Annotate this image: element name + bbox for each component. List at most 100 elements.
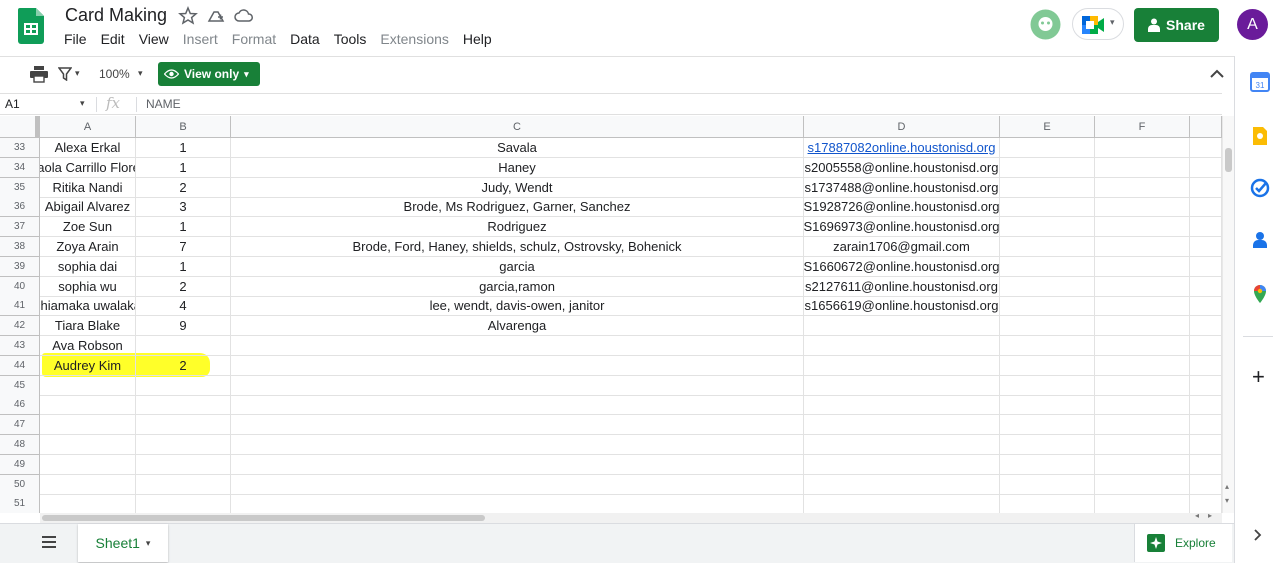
- cell-c[interactable]: [231, 375, 804, 396]
- cell-f[interactable]: [1095, 256, 1190, 277]
- cell-g[interactable]: [1190, 355, 1222, 376]
- collapse-menus-icon[interactable]: [1210, 69, 1224, 79]
- cell-b[interactable]: 7: [136, 237, 231, 257]
- cell-e[interactable]: [1000, 415, 1095, 436]
- cell-d[interactable]: S1696973@online.houstonisd.org: [804, 217, 1000, 238]
- cell-c[interactable]: garcia: [231, 256, 804, 277]
- cell-a[interactable]: sophia wu: [40, 276, 136, 297]
- column-header-c[interactable]: C: [231, 116, 804, 138]
- cell-g[interactable]: [1190, 138, 1222, 158]
- cell-b[interactable]: 2: [136, 276, 231, 297]
- scroll-up-arrow-icon[interactable]: ▴: [1225, 482, 1229, 491]
- cell-d[interactable]: [804, 395, 1000, 416]
- cell-d[interactable]: [804, 494, 1000, 513]
- cell-e[interactable]: [1000, 276, 1095, 297]
- name-box[interactable]: A1: [5, 97, 20, 111]
- cell-e[interactable]: [1000, 454, 1095, 475]
- row-header[interactable]: 38: [0, 237, 40, 257]
- all-sheets-icon[interactable]: [42, 536, 56, 548]
- row-header[interactable]: 40: [0, 276, 40, 297]
- cell-f[interactable]: [1095, 355, 1190, 376]
- row-header[interactable]: 49: [0, 454, 40, 475]
- cell-b[interactable]: [136, 435, 231, 455]
- cell-a[interactable]: [40, 435, 136, 455]
- cell-a[interactable]: Audrey Kim: [40, 355, 136, 376]
- cell-a[interactable]: Ava Robson: [40, 336, 136, 356]
- maps-icon[interactable]: [1250, 284, 1270, 304]
- cell-a[interactable]: [40, 494, 136, 513]
- column-header-d[interactable]: D: [804, 116, 1000, 138]
- cell-b[interactable]: 1: [136, 217, 231, 238]
- row-header[interactable]: 51: [0, 494, 40, 513]
- add-addon-icon[interactable]: +: [1252, 364, 1265, 390]
- name-box-dropdown-icon[interactable]: ▾: [80, 98, 85, 109]
- cell-g[interactable]: [1190, 157, 1222, 178]
- cell-d[interactable]: [804, 316, 1000, 337]
- cell-d[interactable]: [804, 336, 1000, 356]
- cell-d[interactable]: s2127611@online.houstonisd.org: [804, 276, 1000, 297]
- row-header[interactable]: 41: [0, 296, 40, 317]
- cell-a[interactable]: Alexa Erkal: [40, 138, 136, 158]
- cell-g[interactable]: [1190, 217, 1222, 238]
- tasks-icon[interactable]: [1250, 178, 1270, 198]
- menu-insert[interactable]: Insert: [183, 31, 218, 49]
- anonymous-user-icon[interactable]: [1030, 9, 1061, 40]
- cell-a[interactable]: [40, 454, 136, 475]
- row-header[interactable]: 46: [0, 395, 40, 416]
- share-button[interactable]: Share: [1134, 8, 1219, 42]
- cell-d[interactable]: S1660672@online.houstonisd.org: [804, 256, 1000, 277]
- cell-f[interactable]: [1095, 177, 1190, 198]
- cell-b[interactable]: [136, 336, 231, 356]
- row-header[interactable]: 35: [0, 177, 40, 198]
- cell-a[interactable]: sophia dai: [40, 256, 136, 277]
- cell-f[interactable]: [1095, 494, 1190, 513]
- cell-g[interactable]: [1190, 395, 1222, 416]
- cell-c[interactable]: [231, 415, 804, 436]
- cell-c[interactable]: Alvarenga: [231, 316, 804, 337]
- cell-e[interactable]: [1000, 177, 1095, 198]
- sheet-tab-dropdown-icon[interactable]: ▾: [146, 538, 151, 549]
- horizontal-scrollbar-thumb[interactable]: [42, 515, 485, 521]
- row-header[interactable]: 39: [0, 256, 40, 277]
- cell-g[interactable]: [1190, 415, 1222, 436]
- cell-e[interactable]: [1000, 296, 1095, 317]
- cell-c[interactable]: [231, 336, 804, 356]
- cell-b[interactable]: [136, 474, 231, 495]
- row-header[interactable]: 50: [0, 474, 40, 495]
- cell-e[interactable]: [1000, 138, 1095, 158]
- row-header[interactable]: 44: [0, 355, 40, 376]
- cell-a[interactable]: Tiara Blake: [40, 316, 136, 337]
- menu-view[interactable]: View: [139, 31, 169, 49]
- cell-g[interactable]: [1190, 375, 1222, 396]
- cell-f[interactable]: [1095, 296, 1190, 317]
- filter-dropdown-icon[interactable]: ▾: [75, 68, 80, 79]
- cell-f[interactable]: [1095, 276, 1190, 297]
- cell-b[interactable]: 2: [136, 177, 231, 198]
- select-all-corner[interactable]: [0, 116, 40, 138]
- cell-d[interactable]: s1737488@online.houstonisd.org: [804, 177, 1000, 198]
- cell-d[interactable]: s17887082online.houstonisd.org: [804, 138, 1000, 158]
- cell-b[interactable]: 4: [136, 296, 231, 317]
- cell-a[interactable]: Zoe Sun: [40, 217, 136, 238]
- cell-b[interactable]: [136, 395, 231, 416]
- cell-a[interactable]: [40, 395, 136, 416]
- cell-g[interactable]: [1190, 454, 1222, 475]
- column-header-g[interactable]: [1190, 116, 1222, 138]
- keep-icon[interactable]: [1250, 126, 1270, 146]
- cell-d[interactable]: [804, 355, 1000, 376]
- formula-input[interactable]: NAME: [146, 97, 181, 111]
- menu-file[interactable]: File: [64, 31, 87, 49]
- cell-g[interactable]: [1190, 237, 1222, 257]
- cell-b[interactable]: [136, 375, 231, 396]
- cell-e[interactable]: [1000, 355, 1095, 376]
- row-header[interactable]: 48: [0, 435, 40, 455]
- cell-e[interactable]: [1000, 435, 1095, 455]
- cell-f[interactable]: [1095, 474, 1190, 495]
- cell-a[interactable]: [40, 375, 136, 396]
- cell-f[interactable]: [1095, 217, 1190, 238]
- cell-c[interactable]: Rodriguez: [231, 217, 804, 238]
- row-header[interactable]: 45: [0, 375, 40, 396]
- calendar-icon[interactable]: 31: [1250, 72, 1270, 92]
- cell-g[interactable]: [1190, 296, 1222, 317]
- cell-f[interactable]: [1095, 415, 1190, 436]
